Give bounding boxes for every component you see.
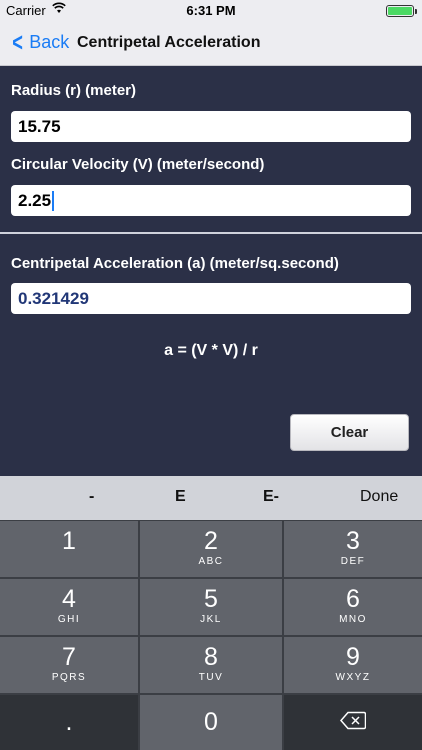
key-9-number: 9	[346, 643, 360, 671]
number-pad: 1 2 ABC 3 DEF 4 GHI 5 JKL 6 MNO 7 PQRS 8…	[0, 520, 422, 750]
key-9[interactable]: 9 WXYZ	[284, 637, 422, 693]
status-time: 6:31 PM	[186, 3, 236, 18]
key-2-letters: ABC	[198, 556, 224, 567]
key-9-letters: WXYZ	[335, 672, 371, 683]
radius-value: 15.75	[18, 116, 61, 136]
back-label: Back	[29, 31, 70, 52]
key-3-number: 3	[346, 527, 360, 555]
key-decimal[interactable]: .	[0, 695, 138, 750]
key-0[interactable]: 0	[140, 695, 282, 750]
key-7-number: 7	[62, 643, 76, 671]
radius-label: Radius (r) (meter)	[11, 82, 137, 99]
status-bar: Carrier 6:31 PM	[0, 0, 422, 22]
key-8[interactable]: 8 TUV	[140, 637, 282, 693]
backspace-icon	[340, 711, 367, 734]
key-0-number: 0	[204, 708, 218, 736]
text-cursor	[52, 190, 55, 211]
result-field[interactable]: 0.321429	[11, 283, 411, 314]
keyboard-toolbar: - E E- Done	[0, 476, 422, 520]
backspace-key[interactable]	[284, 695, 422, 750]
navigation-bar: < Back Centripetal Acceleration	[0, 22, 422, 66]
battery-icon	[386, 5, 417, 17]
back-button[interactable]: < Back	[10, 27, 70, 57]
key-1-number: 1	[62, 527, 76, 555]
done-button[interactable]: Done	[360, 488, 398, 506]
key-5[interactable]: 5 JKL	[140, 579, 282, 635]
key-4[interactable]: 4 GHI	[0, 579, 138, 635]
key-3[interactable]: 3 DEF	[284, 521, 422, 577]
key-2[interactable]: 2 ABC	[140, 521, 282, 577]
exponent-key[interactable]: E	[175, 488, 186, 506]
velocity-input[interactable]: 2.25	[11, 185, 411, 216]
key-4-letters: GHI	[57, 614, 81, 625]
page-title: Centripetal Acceleration	[77, 34, 261, 51]
radius-input[interactable]: 15.75	[11, 111, 411, 142]
result-value: 0.321429	[18, 288, 89, 308]
key-5-letters: JKL	[200, 614, 222, 625]
velocity-value: 2.25	[18, 190, 52, 210]
section-divider	[0, 232, 422, 234]
key-3-letters: DEF	[340, 556, 366, 567]
result-label: Centripetal Acceleration (a) (meter/sq.s…	[11, 255, 339, 272]
velocity-label: Circular Velocity (V) (meter/second)	[11, 156, 265, 173]
key-2-number: 2	[204, 527, 218, 555]
key-7[interactable]: 7 PQRS	[0, 637, 138, 693]
key-4-number: 4	[62, 585, 76, 613]
key-8-letters: TUV	[198, 672, 224, 683]
key-decimal-label: .	[65, 708, 73, 736]
key-5-number: 5	[204, 585, 218, 613]
key-8-number: 8	[204, 643, 218, 671]
key-6[interactable]: 6 MNO	[284, 579, 422, 635]
key-6-number: 6	[346, 585, 360, 613]
key-1[interactable]: 1	[0, 521, 138, 577]
minus-key[interactable]: -	[89, 488, 94, 506]
key-6-letters: MNO	[339, 614, 367, 625]
key-7-letters: PQRS	[51, 672, 87, 683]
clear-button[interactable]: Clear	[290, 414, 409, 451]
chevron-left-icon: <	[12, 27, 23, 57]
negative-exponent-key[interactable]: E-	[263, 488, 279, 506]
formula-text: a = (V * V) / r	[164, 342, 258, 359]
